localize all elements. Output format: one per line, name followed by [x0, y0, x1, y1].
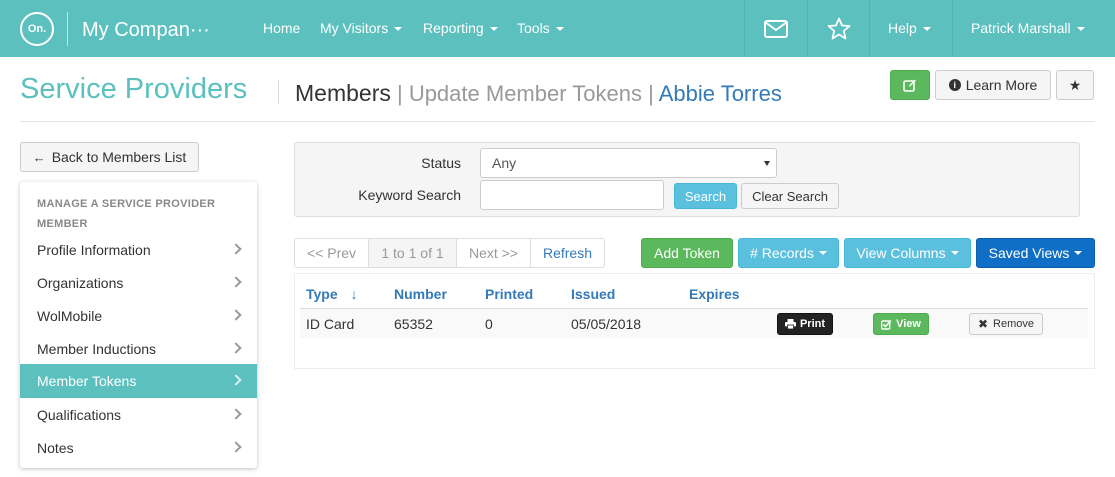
saved-views-dropdown[interactable]: Saved Views [976, 238, 1095, 268]
star-icon: ★ [1068, 76, 1082, 93]
cell-issued: 05/05/2018 [571, 316, 642, 332]
search-panel: Status Any Keyword Search Search Clear S… [294, 142, 1080, 217]
status-select[interactable]: Any [480, 148, 777, 178]
nav-my-visitors[interactable]: My Visitors [320, 20, 403, 36]
nav-tools[interactable]: Tools [517, 20, 564, 36]
nav-home[interactable]: Home [263, 20, 300, 36]
edit-icon [903, 79, 916, 92]
chevron-right-icon [230, 309, 242, 321]
messages-button[interactable] [745, 0, 807, 57]
page-info: 1 to 1 of 1 [369, 239, 457, 267]
header-divider [20, 121, 1095, 122]
column-header-number[interactable]: Number [394, 286, 447, 302]
cell-type: ID Card [306, 316, 355, 332]
nav-divider [952, 0, 953, 57]
breadcrumb: Members | Update Member Tokens | Abbie T… [295, 80, 782, 107]
keyword-label: Keyword Search [358, 187, 461, 203]
chevron-right-icon [230, 374, 242, 386]
dropdown-arrow-icon [764, 161, 770, 166]
user-menu[interactable]: Patrick Marshall [971, 20, 1085, 36]
sidebar-item-qualifications[interactable]: Qualifications [20, 398, 257, 431]
remove-button[interactable]: ✖ Remove [969, 313, 1043, 335]
star-outline-icon [827, 17, 850, 40]
sidebar-heading: Manage a Service Provider Member [37, 198, 216, 230]
chevron-down-icon [555, 27, 564, 32]
envelope-icon [764, 19, 788, 38]
cell-number: 65352 [394, 316, 433, 332]
sidebar-menu: Manage a Service Provider Member Profile… [20, 182, 257, 468]
chevron-right-icon [230, 408, 242, 420]
search-button[interactable]: Search [674, 183, 737, 209]
table-row: ID Card 65352 0 05/05/2018 Print View ✖ … [300, 308, 1088, 338]
brand-name[interactable]: My Compan··· [82, 19, 210, 42]
bookmark-button[interactable]: ★ [1056, 70, 1094, 100]
refresh-button[interactable]: Refresh [531, 239, 604, 267]
chevron-down-icon [922, 27, 931, 32]
close-icon: ✖ [977, 317, 989, 331]
pagination: << Prev 1 to 1 of 1 Next >> Refresh [294, 238, 605, 268]
breadcrumb-page: Update Member Tokens [408, 81, 642, 106]
chevron-down-icon [394, 27, 403, 32]
chevron-down-icon [1074, 251, 1083, 255]
breadcrumb-separator: | [641, 81, 659, 106]
company-logo[interactable]: On. [20, 12, 54, 46]
chevron-right-icon [230, 243, 242, 255]
sidebar-item-member-inductions[interactable]: Member Inductions [20, 332, 257, 365]
chevron-right-icon [230, 342, 242, 354]
page-title: Service Providers [20, 73, 248, 105]
learn-more-button[interactable]: i Learn More [935, 70, 1051, 100]
column-header-issued[interactable]: Issued [571, 286, 615, 302]
print-button[interactable]: Print [777, 313, 833, 335]
next-page-button[interactable]: Next >> [457, 239, 531, 267]
sidebar-item-member-tokens[interactable]: Member Tokens [20, 364, 257, 398]
sort-arrow-down-icon: ↓ [350, 286, 358, 302]
tokens-table: Type ↓ Number Printed Issued Expires ID C… [294, 273, 1095, 369]
records-dropdown[interactable]: # Records [738, 238, 839, 268]
nav-divider [869, 0, 870, 57]
status-label: Status [421, 155, 461, 171]
favorites-button[interactable] [808, 0, 869, 57]
title-divider [278, 80, 279, 104]
keyword-search-input[interactable] [480, 180, 664, 210]
cell-printed: 0 [485, 316, 493, 332]
chevron-down-icon [950, 251, 959, 255]
breadcrumb-section[interactable]: Members [295, 80, 391, 106]
chevron-down-icon [1076, 27, 1085, 32]
prev-page-button[interactable]: << Prev [295, 239, 369, 267]
nav-help[interactable]: Help [888, 20, 931, 36]
printer-icon [784, 319, 796, 329]
add-token-button[interactable]: Add Token [641, 238, 733, 268]
top-navbar: On. My Compan··· Home My Visitors Report… [0, 0, 1115, 57]
logo-divider [67, 12, 68, 46]
sidebar-item-profile-information[interactable]: Profile Information [20, 233, 257, 266]
breadcrumb-separator: | [390, 81, 409, 106]
column-header-printed[interactable]: Printed [485, 286, 533, 302]
view-columns-dropdown[interactable]: View Columns [844, 238, 971, 268]
column-header-expires[interactable]: Expires [689, 286, 740, 302]
sidebar-item-wolmobile[interactable]: WolMobile [20, 299, 257, 332]
check-square-icon [881, 319, 892, 330]
view-button[interactable]: View [873, 313, 929, 335]
chevron-right-icon [230, 441, 242, 453]
chevron-right-icon [230, 276, 242, 288]
nav-reporting[interactable]: Reporting [423, 20, 498, 36]
chevron-down-icon [489, 27, 498, 32]
back-to-members-button[interactable]: ← Back to Members List [20, 142, 199, 172]
arrow-left-icon: ← [32, 149, 46, 165]
clear-search-button[interactable]: Clear Search [741, 183, 839, 209]
column-header-type[interactable]: Type ↓ [306, 286, 358, 302]
sidebar-item-organizations[interactable]: Organizations [20, 266, 257, 299]
breadcrumb-person[interactable]: Abbie Torres [659, 81, 782, 106]
info-icon: i [948, 79, 961, 91]
sidebar-item-notes[interactable]: Notes [20, 431, 257, 464]
chevron-down-icon [818, 251, 827, 255]
edit-button[interactable] [890, 70, 930, 100]
